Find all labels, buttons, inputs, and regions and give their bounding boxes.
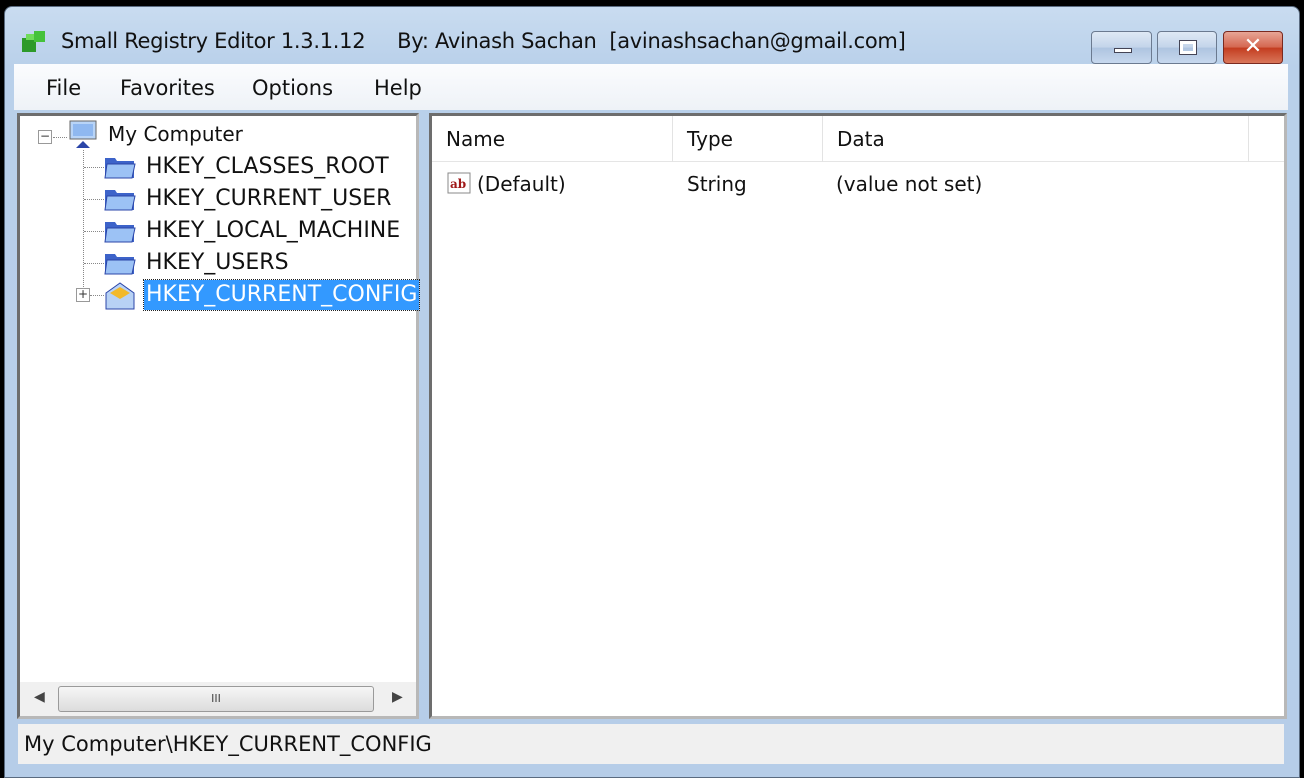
tree-item-hkey-local-machine[interactable]: HKEY_LOCAL_MACHINE <box>146 216 400 246</box>
menu-file[interactable]: File <box>46 76 81 100</box>
string-value-icon: ab <box>447 172 471 194</box>
value-name: (Default) <box>477 172 566 196</box>
menu-bar: File Favorites Options Help <box>14 64 1288 110</box>
values-list[interactable]: Name Type Data ab (Default) String (valu… <box>429 113 1287 719</box>
registry-tree[interactable]: − My Computer HKEY_CLASSES_ROOT HKEY_CUR… <box>17 113 421 719</box>
tree-item-hkey-users[interactable]: HKEY_USERS <box>146 248 289 278</box>
folder-icon <box>104 190 136 211</box>
tree-horizontal-scrollbar[interactable]: ◀ III ▶ <box>20 682 416 716</box>
scroll-right-icon[interactable]: ▶ <box>392 689 403 705</box>
minimize-button[interactable] <box>1091 31 1152 64</box>
tree-item-hkey-classes-root[interactable]: HKEY_CLASSES_ROOT <box>146 152 389 182</box>
folder-icon <box>104 158 136 179</box>
computer-icon <box>69 120 97 148</box>
status-bar: My Computer\HKEY_CURRENT_CONFIG <box>18 724 1284 764</box>
minimize-icon <box>1114 48 1132 53</box>
folder-icon <box>104 254 136 275</box>
menu-options[interactable]: Options <box>252 76 333 100</box>
maximize-icon <box>1179 40 1197 55</box>
window-title: Small Registry Editor 1.3.1.12 By: Avina… <box>61 29 906 53</box>
open-envelope-folder-icon <box>105 282 135 310</box>
tree-item-hkey-current-user[interactable]: HKEY_CURRENT_USER <box>146 184 391 214</box>
maximize-button[interactable] <box>1157 31 1217 64</box>
scroll-left-icon[interactable]: ◀ <box>34 689 45 705</box>
menu-favorites[interactable]: Favorites <box>120 76 215 100</box>
column-type[interactable]: Type <box>673 116 823 162</box>
menu-help[interactable]: Help <box>374 76 422 100</box>
list-header: Name Type Data <box>432 116 1284 162</box>
tree-item-hkey-current-config[interactable]: HKEY_CURRENT_CONFIG <box>142 279 421 311</box>
collapse-icon[interactable]: − <box>38 130 52 144</box>
svg-text:ab: ab <box>450 177 466 191</box>
expand-icon[interactable]: + <box>76 288 90 302</box>
folder-icon <box>104 222 136 243</box>
value-type: String <box>687 172 747 196</box>
column-name[interactable]: Name <box>432 116 673 162</box>
scroll-thumb[interactable]: III <box>58 686 374 712</box>
close-button[interactable]: ✕ <box>1223 31 1283 64</box>
tree-item-my-computer[interactable]: My Computer <box>108 119 243 149</box>
column-data[interactable]: Data <box>823 116 1249 162</box>
value-data: (value not set) <box>836 172 983 196</box>
registry-cubes-icon <box>22 31 45 52</box>
close-icon: ✕ <box>1243 34 1263 59</box>
